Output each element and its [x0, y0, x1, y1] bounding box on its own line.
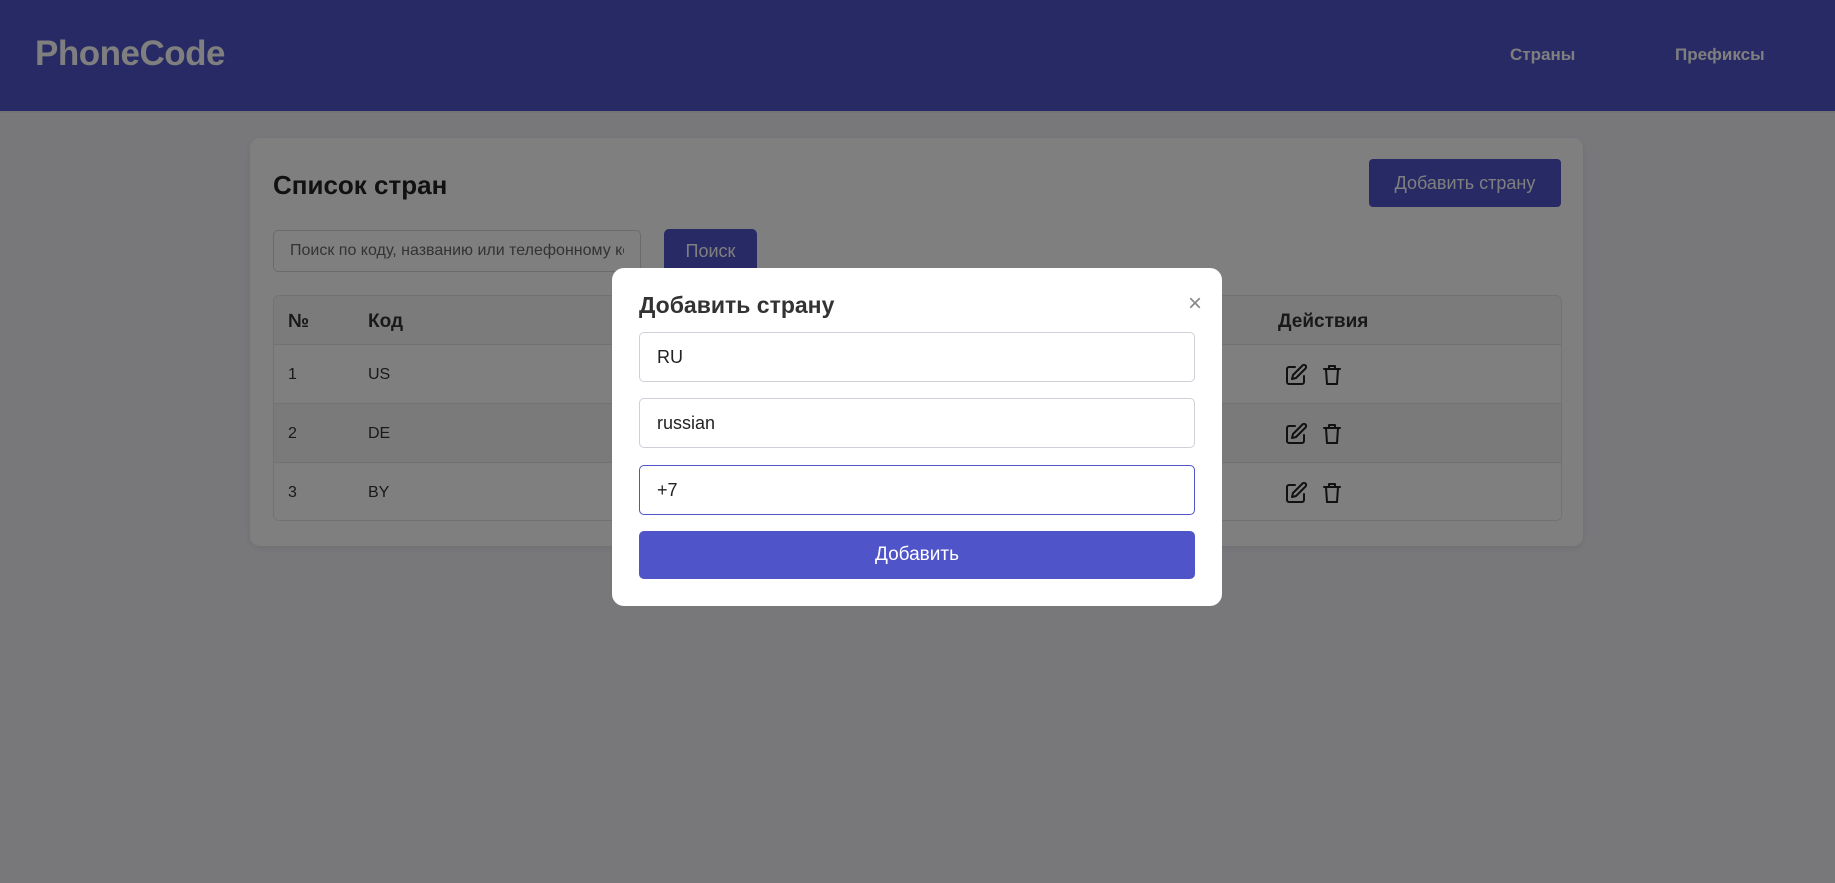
phone-code-field[interactable] [639, 465, 1195, 515]
country-code-field[interactable] [639, 332, 1195, 382]
country-name-field[interactable] [639, 398, 1195, 448]
close-icon[interactable]: × [1188, 292, 1202, 316]
add-country-modal: Добавить страну × Добавить [612, 268, 1222, 606]
modal-title: Добавить страну [639, 292, 835, 318]
submit-add-button[interactable]: Добавить [639, 531, 1195, 579]
